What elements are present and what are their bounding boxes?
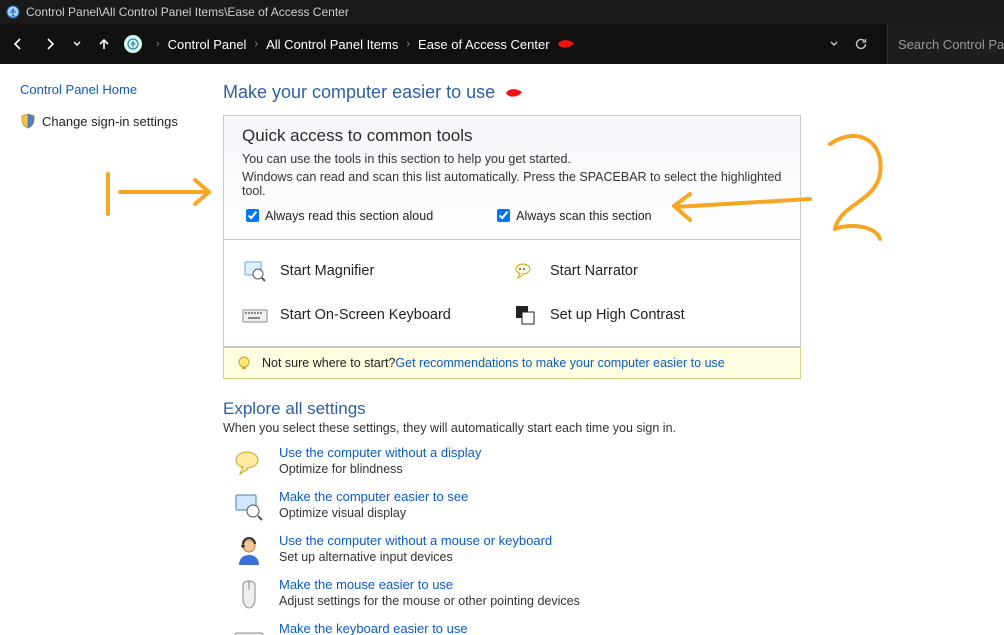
page-heading: Make your computer easier to use xyxy=(223,82,1004,103)
setting-desc: Optimize for blindness xyxy=(279,462,481,476)
explore-heading: Explore all settings xyxy=(223,399,1004,419)
panel-text: Windows can read and scan this list auto… xyxy=(242,170,782,198)
checkbox-scan-section[interactable]: Always scan this section xyxy=(493,206,651,225)
setting-link[interactable]: Make the keyboard easier to use xyxy=(279,621,468,635)
setting-desc: Adjust settings for the mouse or other p… xyxy=(279,594,580,608)
panel-text: You can use the tools in this section to… xyxy=(242,152,782,166)
setting-item: Make the keyboard easier to use xyxy=(223,621,1004,635)
setting-link[interactable]: Use the computer without a mouse or keyb… xyxy=(279,533,552,548)
sidebar-link-signin[interactable]: Change sign-in settings xyxy=(20,113,205,129)
forward-button[interactable] xyxy=(36,30,64,58)
magnifier-icon xyxy=(242,258,268,284)
window-title: Control Panel\All Control Panel Items\Ea… xyxy=(26,5,349,19)
tool-magnifier[interactable]: Start Magnifier xyxy=(242,258,512,284)
hint-prefix: Not sure where to start? xyxy=(262,356,395,370)
setting-item: Use the computer without a mouse or keyb… xyxy=(223,533,1004,567)
window-titlebar: Control Panel\All Control Panel Items\Ea… xyxy=(0,0,1004,24)
keyboard-icon xyxy=(242,302,268,328)
chevron-right-icon: › xyxy=(254,38,258,50)
monitor-magnifier-icon xyxy=(233,491,265,523)
annotation-mark-red-icon xyxy=(556,38,578,50)
setting-item: Make the mouse easier to use Adjust setti… xyxy=(223,577,1004,611)
checkbox-input[interactable] xyxy=(497,209,510,222)
up-button[interactable] xyxy=(90,30,118,58)
back-button[interactable] xyxy=(4,30,32,58)
tool-narrator[interactable]: Start Narrator xyxy=(512,258,782,284)
ease-of-access-icon xyxy=(6,5,20,19)
panel-title: Quick access to common tools xyxy=(242,126,782,146)
quick-access-panel: Quick access to common tools You can use… xyxy=(223,115,801,240)
hint-bar: Not sure where to start? Get recommendat… xyxy=(223,347,801,379)
setting-item: Use the computer without a display Optimi… xyxy=(223,445,1004,479)
setting-link[interactable]: Use the computer without a display xyxy=(279,445,481,460)
annotation-mark-red-icon xyxy=(504,87,526,99)
speech-bubble-icon xyxy=(233,447,265,479)
main-content: Make your computer easier to use Quick a… xyxy=(205,64,1004,635)
person-headset-icon xyxy=(233,535,265,567)
breadcrumb-item[interactable]: Control Panel xyxy=(168,37,247,52)
ease-of-access-icon xyxy=(124,35,142,53)
setting-link[interactable]: Make the computer easier to see xyxy=(279,489,468,504)
tool-osk[interactable]: Start On-Screen Keyboard xyxy=(242,302,512,328)
mouse-icon xyxy=(233,579,265,611)
high-contrast-icon xyxy=(512,302,538,328)
breadcrumb-item[interactable]: All Control Panel Items xyxy=(266,37,398,52)
search-input[interactable]: Search Control Panel xyxy=(887,24,1004,64)
breadcrumb-item[interactable]: Ease of Access Center xyxy=(418,37,550,52)
setting-desc: Optimize visual display xyxy=(279,506,468,520)
tools-grid: Start Magnifier Start Narrator Start On-… xyxy=(223,240,801,347)
sidebar-link-home[interactable]: Control Panel Home xyxy=(20,82,205,97)
address-chevron-button[interactable] xyxy=(825,30,843,58)
tool-contrast[interactable]: Set up High Contrast xyxy=(512,302,782,328)
address-bar: › Control Panel › All Control Panel Item… xyxy=(0,24,1004,64)
hint-link[interactable]: Get recommendations to make your compute… xyxy=(395,356,724,370)
checkbox-input[interactable] xyxy=(246,209,259,222)
recent-locations-button[interactable] xyxy=(68,30,86,58)
checkbox-read-aloud[interactable]: Always read this section aloud xyxy=(242,206,433,225)
narrator-icon xyxy=(512,258,538,284)
setting-desc: Set up alternative input devices xyxy=(279,550,552,564)
explore-subtext: When you select these settings, they wil… xyxy=(223,421,1004,435)
setting-item: Make the computer easier to see Optimize … xyxy=(223,489,1004,523)
setting-link[interactable]: Make the mouse easier to use xyxy=(279,577,453,592)
sidebar: Control Panel Home Change sign-in settin… xyxy=(0,64,205,635)
refresh-button[interactable] xyxy=(847,30,875,58)
lightbulb-icon xyxy=(236,355,252,371)
breadcrumb: › Control Panel › All Control Panel Item… xyxy=(124,35,578,53)
chevron-right-icon: › xyxy=(406,38,410,50)
keyboard-icon xyxy=(233,623,265,635)
settings-list: Use the computer without a display Optimi… xyxy=(223,445,1004,635)
chevron-right-icon: › xyxy=(156,38,160,50)
shield-icon xyxy=(20,113,36,129)
